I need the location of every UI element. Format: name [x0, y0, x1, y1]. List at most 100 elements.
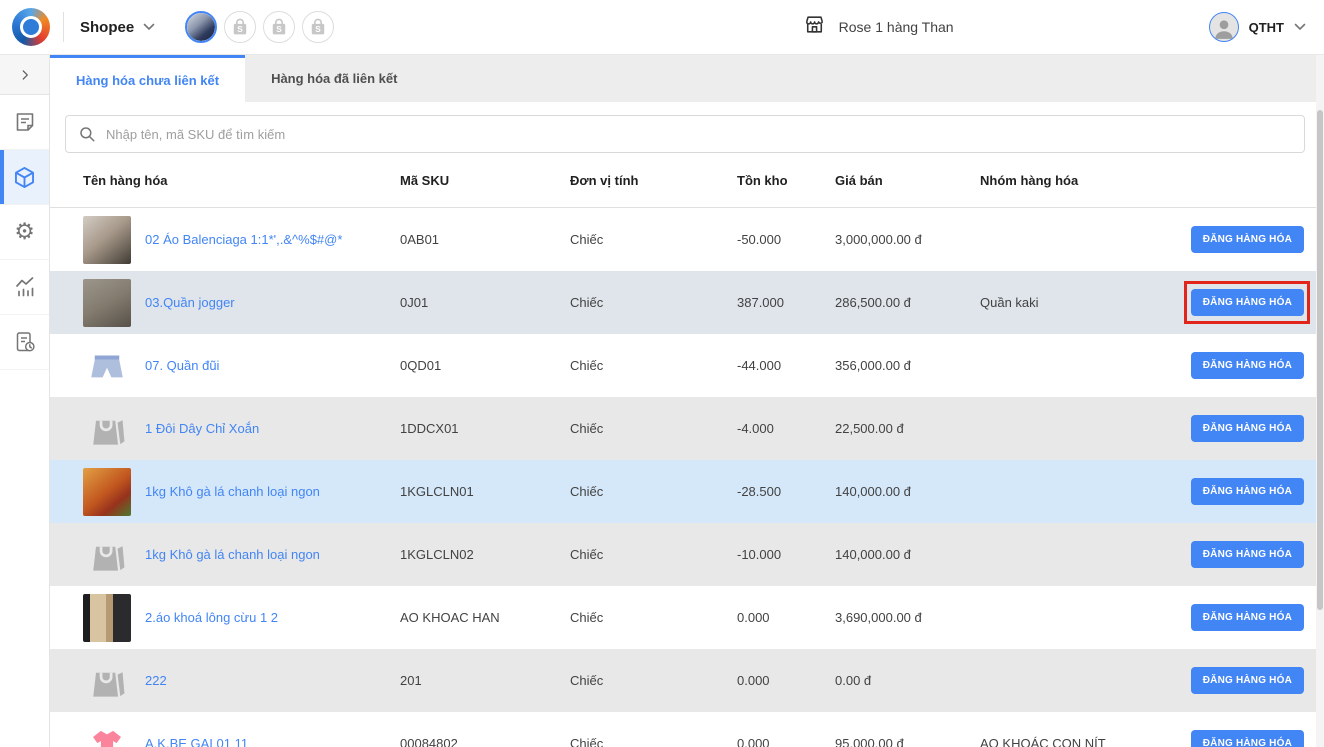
search-box — [65, 115, 1305, 153]
product-unit: Chiếc — [570, 610, 737, 625]
product-price: 22,500.00 đ — [835, 421, 980, 436]
products-panel: Tên hàng hóa Mã SKU Đơn vị tính Tồn kho … — [50, 102, 1324, 747]
bag-placeholder-icon — [85, 659, 129, 703]
sidebar-item-reports[interactable] — [0, 315, 49, 370]
product-name-link[interactable]: 07. Quần đũi — [131, 358, 400, 373]
product-group: Quần kaki — [980, 295, 1190, 310]
product-name-link[interactable]: 02 Áo Balenciaga 1:1*',.&^%$#@* — [131, 232, 400, 247]
product-unit: Chiếc — [570, 484, 737, 499]
product-price: 3,690,000.00 đ — [835, 610, 980, 625]
left-sidebar: ⚙ — [0, 55, 50, 747]
table-row[interactable]: 07. Quần đũi 0QD01 Chiếc -44.000 356,000… — [50, 334, 1324, 397]
publish-product-button[interactable]: ĐĂNG HÀNG HÓA — [1191, 730, 1304, 747]
table-header: Tên hàng hóa Mã SKU Đơn vị tính Tồn kho … — [50, 153, 1324, 208]
product-unit: Chiếc — [570, 358, 737, 373]
table-row[interactable]: 1kg Khô gà lá chanh loại ngon 1KGLCLN02 … — [50, 523, 1324, 586]
product-name-link[interactable]: 1kg Khô gà lá chanh loại ngon — [131, 484, 400, 499]
annotation-highlight-box: ĐĂNG HÀNG HÓA — [1191, 667, 1304, 694]
channel-selector[interactable]: Shopee — [80, 18, 155, 36]
product-stock: 387.000 — [737, 295, 835, 310]
sidebar-item-products[interactable] — [0, 150, 49, 205]
product-stock: -28.500 — [737, 484, 835, 499]
product-price: 140,000.00 đ — [835, 547, 980, 562]
annotation-highlight-box: ĐĂNG HÀNG HÓA — [1191, 541, 1304, 568]
shop-avatar-shopee[interactable]: S — [263, 11, 295, 43]
store-icon — [802, 12, 827, 42]
annotation-highlight-box: ĐĂNG HÀNG HÓA — [1191, 415, 1304, 442]
product-unit: Chiếc — [570, 295, 737, 310]
product-sku: 201 — [400, 673, 570, 688]
tab-linked-products[interactable]: Hàng hóa đã liên kết — [245, 55, 423, 102]
product-price: 3,000,000.00 đ — [835, 232, 980, 247]
table-body: 02 Áo Balenciaga 1:1*',.&^%$#@* 0AB01 Ch… — [50, 208, 1324, 747]
tab-unlinked-products[interactable]: Hàng hóa chưa liên kết — [50, 55, 245, 102]
shop-avatar-shopee[interactable]: S — [302, 11, 334, 43]
publish-product-button[interactable]: ĐĂNG HÀNG HÓA — [1191, 415, 1304, 442]
shopee-bag-icon: S — [307, 16, 329, 38]
shop-avatar-list: S S S — [185, 11, 334, 43]
product-name-link[interactable]: 1kg Khô gà lá chanh loại ngon — [131, 547, 400, 562]
channel-label: Shopee — [80, 19, 134, 36]
table-row[interactable]: 2.áo khoá lông cừu 1 2 AO KHOAC HAN Chiế… — [50, 586, 1324, 649]
product-name-link[interactable]: 2.áo khoá lông cừu 1 2 — [131, 610, 400, 625]
product-thumbnail — [83, 279, 131, 327]
product-name-link[interactable]: A.K.BE GAI 01 11 — [131, 736, 400, 747]
publish-product-button[interactable]: ĐĂNG HÀNG HÓA — [1191, 667, 1304, 694]
publish-product-button[interactable]: ĐĂNG HÀNG HÓA — [1191, 478, 1304, 505]
product-sku: 1KGLCLN01 — [400, 484, 570, 499]
publish-product-button[interactable]: ĐĂNG HÀNG HÓA — [1191, 226, 1304, 253]
product-sku: 0AB01 — [400, 232, 570, 247]
user-name: QTHT — [1249, 20, 1284, 35]
table-row[interactable]: A.K.BE GAI 01 11 00084802 Chiếc 0.000 95… — [50, 712, 1324, 747]
publish-product-button[interactable]: ĐĂNG HÀNG HÓA — [1191, 289, 1304, 316]
shop-avatar-active[interactable] — [185, 11, 217, 43]
shop-avatar-shopee[interactable]: S — [224, 11, 256, 43]
settings-icon: ⚙ — [14, 221, 35, 244]
scrollbar-thumb[interactable] — [1317, 110, 1323, 610]
sidebar-item-orders[interactable] — [0, 95, 49, 150]
chevron-right-icon — [18, 68, 32, 82]
table-row[interactable]: 222 201 Chiếc 0.000 0.00 đ ĐĂNG HÀNG HÓA — [50, 649, 1324, 712]
product-thumbnail — [83, 342, 131, 390]
vertical-scrollbar[interactable] — [1316, 55, 1324, 747]
product-price: 95,000.00 đ — [835, 736, 980, 747]
publish-product-button[interactable]: ĐĂNG HÀNG HÓA — [1191, 352, 1304, 379]
search-icon — [78, 125, 96, 143]
product-stock: 0.000 — [737, 610, 835, 625]
annotation-highlight-box: ĐĂNG HÀNG HÓA — [1191, 226, 1304, 253]
product-stock: 0.000 — [737, 736, 835, 747]
app-logo-icon[interactable] — [12, 8, 50, 46]
publish-product-button[interactable]: ĐĂNG HÀNG HÓA — [1191, 604, 1304, 631]
annotation-highlight-box: ĐĂNG HÀNG HÓA — [1191, 352, 1304, 379]
chevron-down-icon — [1294, 18, 1306, 36]
product-thumbnail — [83, 657, 131, 705]
product-price: 356,000.00 đ — [835, 358, 980, 373]
sidebar-item-analytics[interactable] — [0, 260, 49, 315]
user-avatar — [1209, 12, 1239, 42]
product-group: AO KHOÁC CON NÍT — [980, 736, 1190, 747]
table-row[interactable]: 1 Đôi Dây Chỉ Xoắn 1DDCX01 Chiếc -4.000 … — [50, 397, 1324, 460]
chevron-down-icon — [143, 18, 155, 36]
product-name-link[interactable]: 222 — [131, 673, 400, 688]
product-name-link[interactable]: 1 Đôi Dây Chỉ Xoắn — [131, 421, 400, 436]
table-row[interactable]: 03.Quần jogger 0J01 Chiếc 387.000 286,50… — [50, 271, 1324, 334]
sidebar-expand-button[interactable] — [0, 55, 49, 95]
product-unit: Chiếc — [570, 232, 737, 247]
product-thumbnail — [83, 531, 131, 579]
reports-icon — [13, 330, 37, 354]
search-input[interactable] — [106, 127, 1292, 142]
user-menu[interactable]: QTHT — [1209, 12, 1306, 42]
product-sku: 0J01 — [400, 295, 570, 310]
shop-photo — [187, 13, 215, 41]
product-thumbnail — [83, 216, 131, 264]
publish-product-button[interactable]: ĐĂNG HÀNG HÓA — [1191, 541, 1304, 568]
product-thumbnail — [83, 594, 131, 642]
column-header-sku: Mã SKU — [400, 173, 570, 188]
product-stock: -50.000 — [737, 232, 835, 247]
sidebar-item-settings[interactable]: ⚙ — [0, 205, 49, 260]
bag-placeholder-icon — [85, 407, 129, 451]
table-row[interactable]: 1kg Khô gà lá chanh loại ngon 1KGLCLN01 … — [50, 460, 1324, 523]
table-row[interactable]: 02 Áo Balenciaga 1:1*',.&^%$#@* 0AB01 Ch… — [50, 208, 1324, 271]
column-header-unit: Đơn vị tính — [570, 173, 737, 188]
product-name-link[interactable]: 03.Quần jogger — [131, 295, 400, 310]
